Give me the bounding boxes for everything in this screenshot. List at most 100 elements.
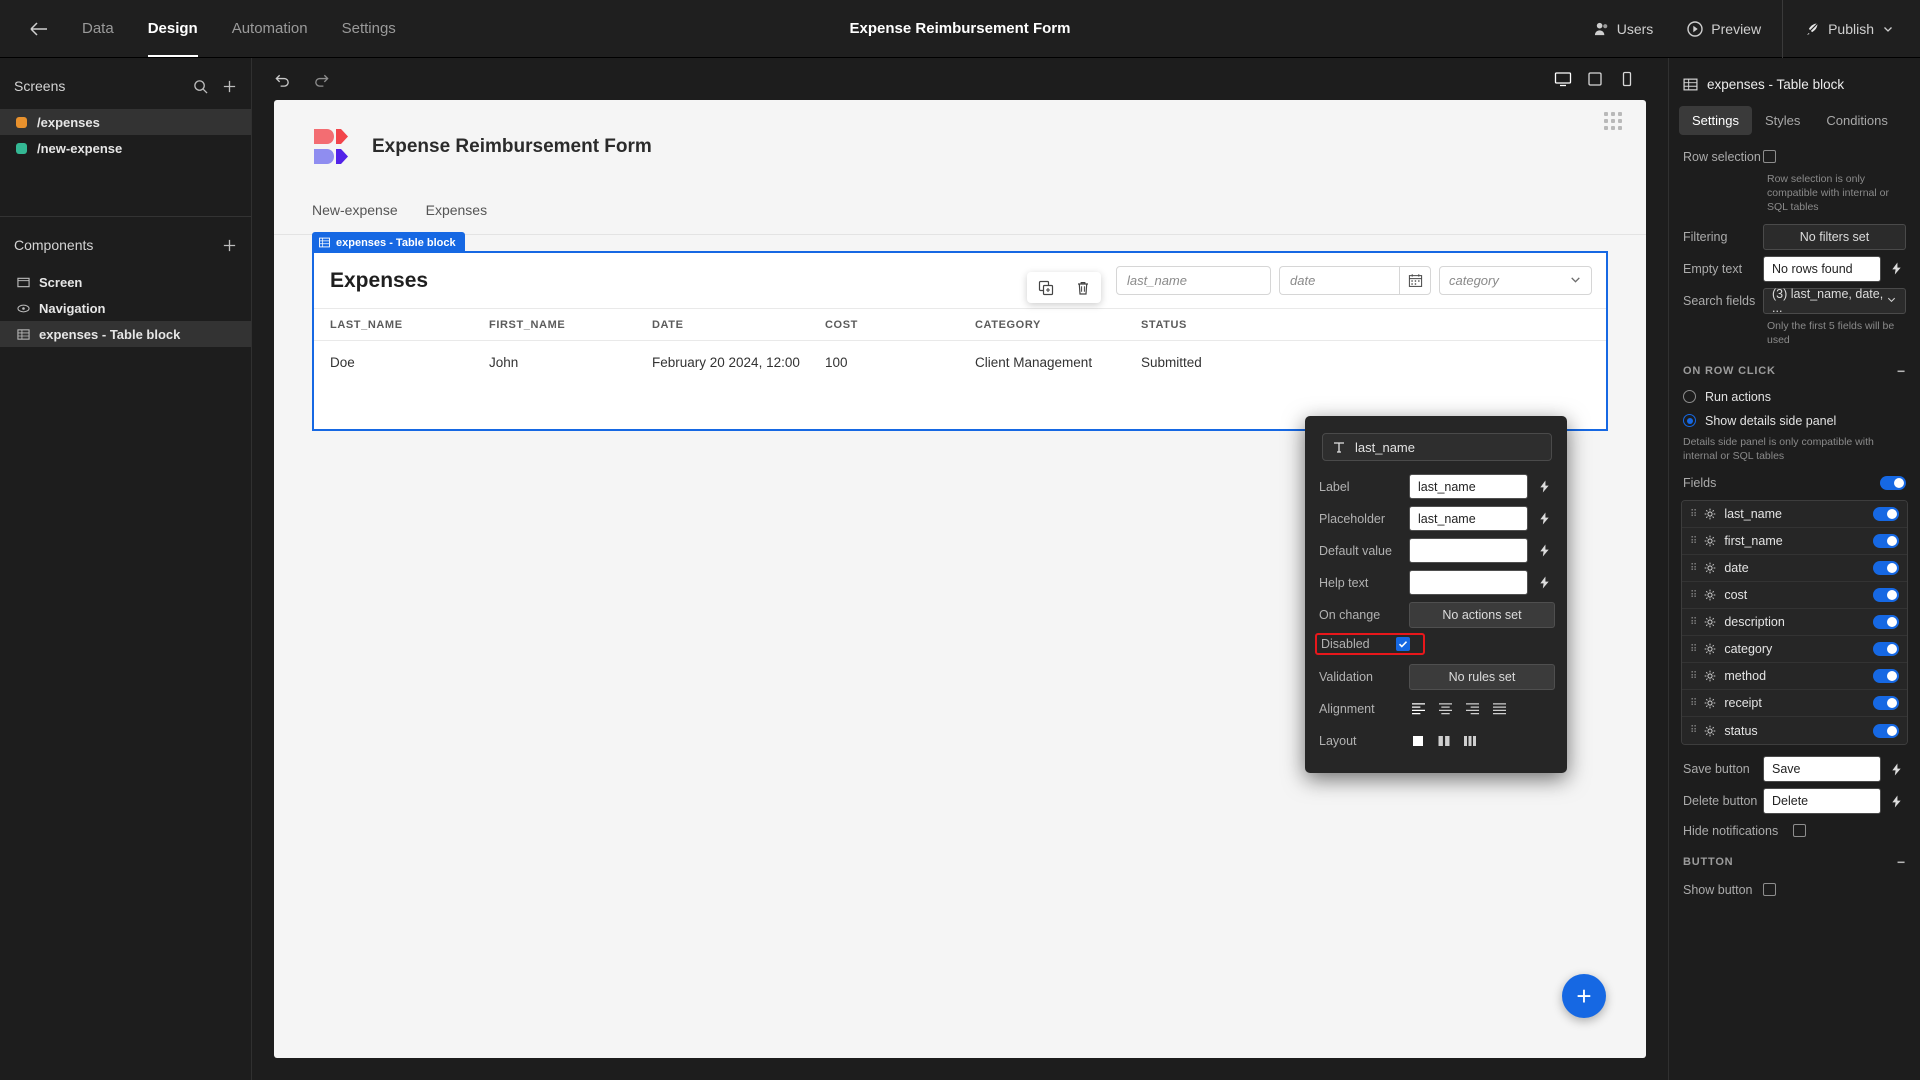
popup-default-value-input[interactable] — [1409, 538, 1528, 563]
search-icon[interactable] — [193, 79, 208, 94]
align-center-icon[interactable] — [1438, 702, 1453, 715]
show-button-checkbox[interactable] — [1763, 883, 1776, 897]
viewport-tablet-icon[interactable] — [1582, 66, 1608, 92]
field-toggle[interactable] — [1873, 588, 1899, 603]
bolt-icon[interactable] — [1886, 763, 1906, 776]
collapse-icon[interactable]: − — [1897, 854, 1906, 870]
undo-icon[interactable] — [274, 71, 291, 88]
field-row-receipt[interactable]: ⠿ receipt — [1682, 690, 1907, 718]
add-screen-icon[interactable] — [222, 79, 237, 94]
field-row-last-name[interactable]: ⠿ last_name — [1682, 501, 1907, 529]
gear-icon[interactable] — [1704, 616, 1716, 628]
popup-validation-button[interactable]: No rules set — [1409, 663, 1555, 690]
canvas-tab-expenses[interactable]: Expenses — [426, 202, 487, 234]
drag-handle-icon[interactable]: ⠿ — [1690, 644, 1697, 655]
field-row-status[interactable]: ⠿ status — [1682, 717, 1907, 745]
bolt-icon[interactable] — [1886, 795, 1906, 808]
viewport-mobile-icon[interactable] — [1614, 66, 1640, 92]
option-show-details-side-panel[interactable]: Show details side panel — [1669, 409, 1920, 433]
gear-icon[interactable] — [1704, 535, 1716, 547]
field-toggle[interactable] — [1873, 723, 1899, 738]
bolt-icon[interactable] — [1533, 538, 1555, 563]
field-toggle[interactable] — [1873, 615, 1899, 630]
field-toggle[interactable] — [1873, 534, 1899, 549]
table-block[interactable]: expenses - Table block Expenses last_nam… — [312, 232, 1608, 431]
right-tab-styles[interactable]: Styles — [1752, 106, 1813, 135]
align-justify-icon[interactable] — [1492, 702, 1507, 715]
field-toggle[interactable] — [1873, 696, 1899, 711]
gear-icon[interactable] — [1704, 725, 1716, 737]
field-row-category[interactable]: ⠿ category — [1682, 636, 1907, 664]
field-row-first-name[interactable]: ⠿ first_name — [1682, 528, 1907, 556]
popup-disabled-checkbox[interactable] — [1395, 637, 1410, 651]
tab-data[interactable]: Data — [82, 0, 114, 57]
field-row-date[interactable]: ⠿ date — [1682, 555, 1907, 583]
drag-handle-icon[interactable]: ⠿ — [1690, 563, 1697, 574]
field-toggle[interactable] — [1873, 669, 1899, 684]
add-component-icon[interactable] — [222, 238, 237, 253]
layout-single-icon[interactable] — [1411, 734, 1425, 748]
drag-handle-icon[interactable] — [1604, 112, 1622, 130]
preview-button[interactable]: Preview — [1670, 21, 1778, 37]
layout-three-col-icon[interactable] — [1463, 734, 1477, 748]
component-item-navigation[interactable]: Navigation — [0, 295, 251, 321]
column-header-status[interactable]: STATUS — [1141, 319, 1606, 331]
publish-button[interactable]: Publish — [1787, 21, 1920, 37]
filtering-button[interactable]: No filters set — [1763, 223, 1906, 250]
redo-icon[interactable] — [313, 71, 330, 88]
component-item-screen[interactable]: Screen — [0, 269, 251, 295]
tab-automation[interactable]: Automation — [232, 0, 308, 57]
right-tab-settings[interactable]: Settings — [1679, 106, 1752, 135]
field-toggle[interactable] — [1873, 507, 1899, 522]
filter-date-input[interactable]: date — [1279, 266, 1399, 295]
gear-icon[interactable] — [1704, 670, 1716, 682]
collapse-icon[interactable]: − — [1897, 363, 1906, 379]
calendar-icon[interactable] — [1399, 266, 1431, 295]
gear-icon[interactable] — [1704, 589, 1716, 601]
drag-handle-icon[interactable]: ⠿ — [1690, 590, 1697, 601]
delete-button-input[interactable]: Delete — [1763, 788, 1881, 815]
right-panel-content[interactable]: Row selection Row selection is only comp… — [1669, 135, 1920, 1080]
hide-notifications-checkbox[interactable] — [1793, 824, 1806, 838]
screen-item-expenses[interactable]: /expenses — [0, 109, 251, 135]
popup-field-name[interactable]: last_name — [1322, 433, 1552, 461]
drag-handle-icon[interactable]: ⠿ — [1690, 671, 1697, 682]
show-details-radio[interactable] — [1683, 414, 1696, 428]
delete-icon[interactable] — [1075, 280, 1091, 296]
empty-text-input[interactable]: No rows found — [1763, 255, 1881, 282]
back-button[interactable] — [22, 12, 56, 46]
field-toggle[interactable] — [1873, 561, 1899, 576]
popup-on-change-button[interactable]: No actions set — [1409, 601, 1555, 628]
align-left-icon[interactable] — [1411, 702, 1426, 715]
bolt-icon[interactable] — [1886, 262, 1906, 275]
column-header-date[interactable]: DATE — [652, 319, 825, 331]
field-row-description[interactable]: ⠿ description — [1682, 609, 1907, 637]
align-right-icon[interactable] — [1465, 702, 1480, 715]
save-button-input[interactable]: Save — [1763, 756, 1881, 783]
right-tab-conditions[interactable]: Conditions — [1813, 106, 1900, 135]
filter-last-name-input[interactable]: last_name — [1116, 266, 1271, 295]
filter-category-select[interactable]: category — [1439, 266, 1592, 295]
column-header-last-name[interactable]: LAST_NAME — [314, 319, 489, 331]
field-row-cost[interactable]: ⠿ cost — [1682, 582, 1907, 610]
viewport-desktop-icon[interactable] — [1550, 66, 1576, 92]
drag-handle-icon[interactable]: ⠿ — [1690, 725, 1697, 736]
drag-handle-icon[interactable]: ⠿ — [1690, 509, 1697, 520]
column-header-cost[interactable]: COST — [825, 319, 975, 331]
run-actions-radio[interactable] — [1683, 390, 1696, 404]
gear-icon[interactable] — [1704, 562, 1716, 574]
field-row-method[interactable]: ⠿ method — [1682, 663, 1907, 691]
drag-handle-icon[interactable]: ⠿ — [1690, 617, 1697, 628]
option-run-actions[interactable]: Run actions — [1669, 385, 1920, 409]
drag-handle-icon[interactable]: ⠿ — [1690, 536, 1697, 547]
popup-label-input[interactable]: last_name — [1409, 474, 1528, 499]
tab-design[interactable]: Design — [147, 0, 198, 57]
duplicate-icon[interactable] — [1038, 280, 1054, 296]
users-button[interactable]: Users — [1577, 21, 1671, 37]
field-toggle[interactable] — [1873, 642, 1899, 657]
tab-settings[interactable]: Settings — [342, 0, 396, 57]
column-header-first-name[interactable]: FIRST_NAME — [489, 319, 652, 331]
gear-icon[interactable] — [1704, 643, 1716, 655]
drag-handle-icon[interactable]: ⠿ — [1690, 698, 1697, 709]
fields-toggle[interactable] — [1880, 475, 1906, 490]
